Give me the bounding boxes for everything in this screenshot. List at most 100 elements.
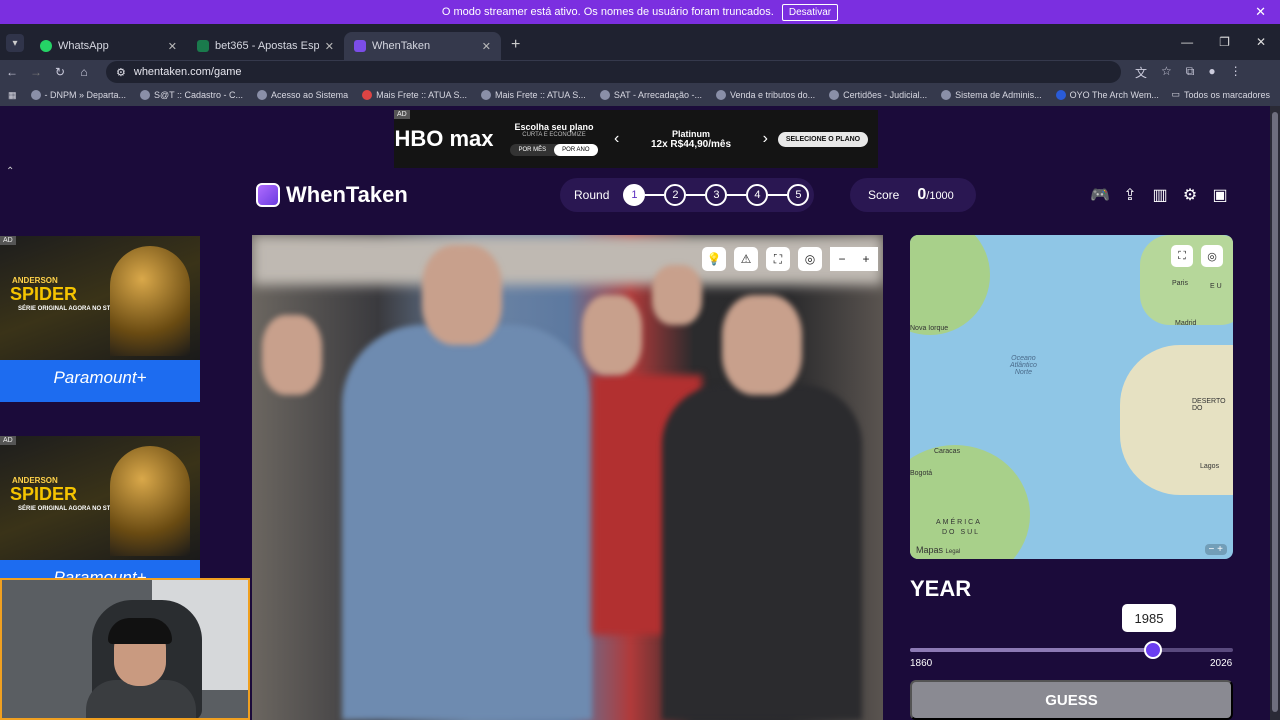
tab-whentaken[interactable]: WhenTaken ✕ [344,32,501,60]
minimize-icon[interactable]: — [1181,35,1193,49]
camera-icon [256,183,280,207]
scrollbar[interactable] [1270,106,1280,720]
tab-whatsapp[interactable]: WhatsApp ✕ [30,32,187,60]
all-bookmarks[interactable]: ▭ Todos os marcadores [1171,89,1270,100]
fullscreen-icon[interactable]: ⛶ [766,247,790,271]
whatsapp-icon [40,40,52,52]
ad-price: Platinum 12x R$44,90/mês [650,128,732,150]
webcam-overlay [0,578,250,720]
globe-icon [30,90,41,100]
ocean-label: Oceano Atlântico Norte [1010,355,1037,376]
back-icon[interactable]: ← [0,65,24,79]
new-tab-icon[interactable]: + [511,36,520,54]
map-locate-icon[interactable]: ◎ [1201,245,1223,267]
tab-bet365[interactable]: bet365 - Apostas Esportivas On ✕ [187,32,344,60]
map-fullscreen-icon[interactable]: ⛶ [1171,245,1193,267]
forward-icon[interactable]: → [24,65,48,79]
bet365-icon [197,40,209,52]
streamer-message: O modo streamer está ativo. Os nomes de … [441,6,774,18]
year-slider[interactable] [910,641,1233,659]
score-value: 0/1000 [917,186,954,203]
ad-brand: Paramount+ [0,360,200,402]
slider-handle[interactable] [1144,641,1163,659]
disable-streamer-button[interactable]: Desativar [781,3,839,21]
round-progress: Round 1 2 3 4 5 [560,178,814,212]
year-min: 1860 [910,658,933,669]
zoom-in-icon[interactable]: + [854,247,878,271]
round-step: 3 [705,184,728,206]
url-field[interactable]: ⚙ whentaken.com/game [106,61,1121,83]
year-value-tooltip: 1985 [1122,604,1176,632]
reset-view-icon[interactable]: ◎ [798,247,822,271]
report-icon[interactable]: ⚠ [734,247,758,271]
bookmarks-bar: ▦ - DNPM » Departa... S@T :: Cadastro - … [0,84,1280,106]
tab-search-icon[interactable]: ▾ [6,34,24,52]
globe-icon [829,90,840,100]
whentaken-icon [354,40,366,52]
score-label: Score [868,188,900,202]
globe-icon [716,90,727,100]
globe-icon [941,90,952,100]
bookmark-item[interactable]: SAT - Arrecadação -... [599,90,702,100]
app-header: WhenTaken Round 1 2 3 4 5 Score 0/1000 🎮… [0,168,1270,222]
round-label: Round [574,188,610,202]
top-ad[interactable]: AD HBO max Escolha seu plano CURTA E ECO… [394,110,878,168]
close-window-icon[interactable]: ✕ [1256,35,1266,49]
ad-logo: HBO max [394,126,494,151]
share-icon[interactable]: ⇪ [1120,185,1140,205]
extensions-icon[interactable]: ⧉ [1186,64,1195,81]
profile-icon[interactable]: ● [1208,64,1215,81]
account-icon[interactable]: ▣ [1210,185,1230,205]
tab-bar: ▾ WhatsApp ✕ bet365 - Apostas Esportivas… [0,24,1280,60]
site-info-icon[interactable]: ⚙ [116,66,126,79]
bookmark-item[interactable]: OYO The Arch Wem... [1055,90,1159,100]
bookmark-item[interactable]: Mais Frete :: ATUA S... [362,90,467,100]
translate-icon[interactable]: 文 [1135,64,1147,81]
streamer-banner: O modo streamer está ativo. Os nomes de … [0,0,1280,24]
guess-button[interactable]: GUESS [910,680,1233,720]
bookmark-item[interactable]: Mais Frete :: ATUA S... [480,90,586,100]
close-icon[interactable]: ✕ [1255,4,1266,20]
header-icons: 🎮 ⇪ ▥ ⚙ ▣ [1090,185,1230,205]
gamepad-icon[interactable]: 🎮 [1090,185,1110,205]
close-tab-icon[interactable]: ✕ [168,40,177,53]
bookmark-item[interactable]: Acesso ao Sistema [257,90,348,100]
address-bar: ← → ↻ ⌂ ⚙ whentaken.com/game 文 ☆ ⧉ ● ⋮ [0,60,1280,84]
stats-icon[interactable]: ▥ [1150,185,1170,205]
ad-label: AD [394,110,410,119]
settings-icon[interactable]: ⚙ [1180,185,1200,205]
bookmark-item[interactable]: Venda e tributos do... [716,90,815,100]
side-ad[interactable]: AD ANDERSON SPIDER SÉRIE ORIGINAL AGORA … [0,236,200,402]
ad-plan-picker: Escolha seu plano CURTA E ECONOMIZE POR … [494,122,614,156]
url-text: whentaken.com/game [133,66,242,78]
window-controls: — ❐ ✕ [1181,24,1280,60]
app-logo[interactable]: WhenTaken [256,182,408,208]
hint-icon[interactable]: 💡 [702,247,726,271]
zoom-out-icon[interactable]: − [830,247,854,271]
home-icon[interactable]: ⌂ [72,65,96,79]
page: AD HBO max Escolha seu plano CURTA E ECO… [0,106,1270,720]
close-tab-icon[interactable]: ✕ [482,40,491,53]
bookmark-item[interactable]: S@T :: Cadastro - C... [140,90,243,100]
round-step: 4 [746,184,769,206]
globe-icon [362,90,373,100]
apps-icon[interactable]: ▦ [8,90,17,101]
bookmark-item[interactable]: - DNPM » Departa... [30,90,126,100]
bookmark-item[interactable]: Sistema de Adminis... [941,90,1042,100]
globe-icon [257,90,268,100]
game-photo[interactable] [252,235,883,720]
ad-image: ANDERSON SPIDER SÉRIE ORIGINAL AGORA NO … [0,236,200,360]
ad-cta-button[interactable]: SELECIONE O PLANO [768,131,878,147]
guess-map[interactable]: Paris E U Madrid Nova Iorque DESERTO DO … [910,235,1233,559]
bookmark-item[interactable]: Certidões - Judicial... [829,90,927,100]
menu-icon[interactable]: ⋮ [1230,64,1242,81]
map-attribution: Mapas Legal [916,545,961,555]
map-zoom-control[interactable]: − + [1204,544,1227,555]
round-step: 2 [664,184,687,206]
year-max: 2026 [1210,658,1233,669]
reload-icon[interactable]: ↻ [48,65,72,79]
restore-icon[interactable]: ❐ [1219,35,1230,49]
globe-icon [480,90,491,100]
bookmark-star-icon[interactable]: ☆ [1161,64,1172,81]
close-tab-icon[interactable]: ✕ [325,40,334,53]
